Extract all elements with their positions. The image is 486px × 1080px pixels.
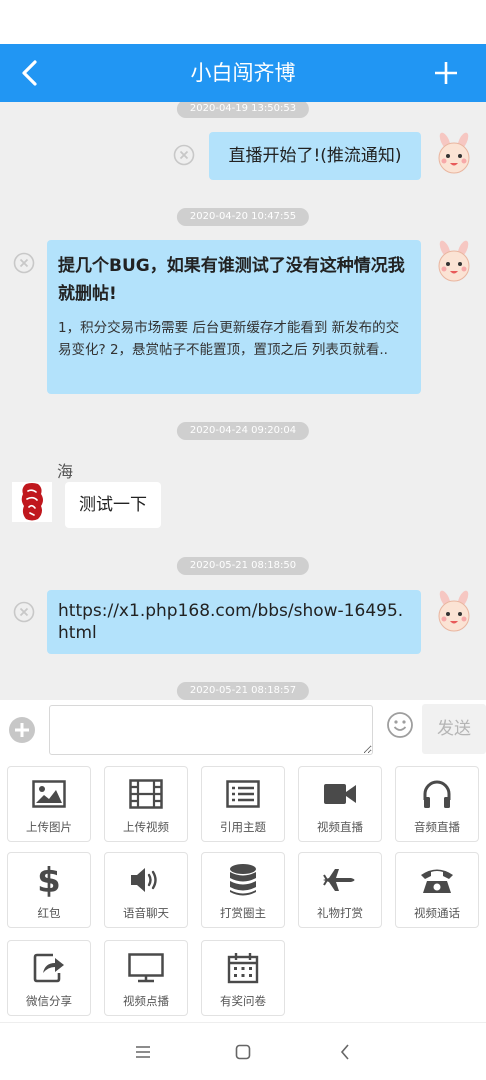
menu-button[interactable] <box>128 1037 158 1067</box>
tool-label: 上传视频 <box>123 820 169 834</box>
tool-label: 打赏圈主 <box>220 906 266 920</box>
image-icon <box>32 780 66 808</box>
sender-name: 海 <box>57 462 74 481</box>
red-packet-button[interactable]: $ 红包 <box>7 852 91 928</box>
rabbit-avatar[interactable] <box>432 590 476 634</box>
quote-topic-button[interactable]: 引用主题 <box>201 766 285 842</box>
wechat-share-button[interactable]: 微信分享 <box>7 940 91 1016</box>
film-icon <box>129 779 163 809</box>
menu-icon <box>136 1046 150 1058</box>
voice-chat-button[interactable]: 语音聊天 <box>104 852 188 928</box>
message-body: 1，积分交易市场需要 后台更新缓存才能看到 新发布的交易变化? 2，悬赏帖子不能… <box>58 320 400 358</box>
tool-label: 视频点播 <box>123 994 169 1008</box>
calendar-icon <box>227 953 259 984</box>
video-live-button[interactable]: 视频直播 <box>298 766 382 842</box>
tool-label: 微信分享 <box>26 994 72 1008</box>
audio-live-button[interactable]: 音频直播 <box>395 766 479 842</box>
input-bar: 发送 <box>0 700 486 758</box>
timestamp: 2020-04-19 13:50:53 <box>176 102 310 118</box>
upload-image-button[interactable]: 上传图片 <box>7 766 91 842</box>
add-button[interactable] <box>426 53 466 93</box>
app-header: 小白闯齐博 <box>0 44 486 102</box>
rabbit-avatar[interactable] <box>432 240 476 284</box>
headphones-icon <box>423 780 451 808</box>
phone-icon <box>421 869 453 893</box>
send-button[interactable]: 发送 <box>422 704 486 754</box>
plus-icon <box>435 62 457 84</box>
database-icon <box>230 864 256 896</box>
video-camera-icon <box>324 784 356 804</box>
chevron-left-icon <box>340 1044 349 1060</box>
dollar-icon: $ <box>37 862 61 898</box>
svg-text:$: $ <box>37 862 61 898</box>
tool-label: 视频通话 <box>414 906 460 920</box>
tool-label: 红包 <box>37 906 61 920</box>
timestamp: 2020-05-21 08:18:57 <box>176 682 310 700</box>
close-circle-icon[interactable] <box>173 144 195 166</box>
video-call-button[interactable]: 视频通话 <box>395 852 479 928</box>
tool-label: 有奖问卷 <box>220 994 266 1008</box>
gift-tip-button[interactable]: 礼物打赏 <box>298 852 382 928</box>
video-on-demand-button[interactable]: 视频点播 <box>104 940 188 1016</box>
timestamp: 2020-04-20 10:47:55 <box>176 208 310 226</box>
page-title: 小白闯齐博 <box>190 61 296 85</box>
message-bubble[interactable]: 直播开始了!(推流通知) <box>209 132 421 180</box>
rabbit-avatar[interactable] <box>432 132 476 176</box>
seal-logo-icon <box>21 483 43 521</box>
timestamp: 2020-04-24 09:20:04 <box>176 422 310 440</box>
message-title: 提几个BUG，如果有谁测试了没有这种情况我就删帖! <box>58 256 405 304</box>
message-bubble[interactable]: 测试一下 <box>65 482 161 528</box>
plus-circle-icon[interactable] <box>7 715 37 745</box>
tool-label: 语音聊天 <box>123 906 169 920</box>
tool-label: 上传图片 <box>26 820 72 834</box>
tool-label: 礼物打赏 <box>317 906 363 920</box>
list-icon <box>226 780 260 808</box>
plane-icon <box>323 869 355 891</box>
close-circle-icon[interactable] <box>13 252 35 274</box>
system-back-button[interactable] <box>330 1037 360 1067</box>
home-button[interactable] <box>228 1037 258 1067</box>
chat-area[interactable]: 2020-04-19 13:50:53 直播开始了!(推流通知) 2020-04… <box>0 102 486 700</box>
seal-avatar[interactable] <box>12 482 52 522</box>
system-nav-bar <box>0 1022 486 1080</box>
monitor-icon <box>128 953 164 983</box>
tools-panel: 上传图片 上传视频 引用主题 视频直播 音频直播 $ 红包 语音聊天 打赏圈主 … <box>0 758 486 1022</box>
upload-video-button[interactable]: 上传视频 <box>104 766 188 842</box>
emoji-icon[interactable] <box>386 711 414 739</box>
square-icon <box>235 1044 251 1060</box>
survey-button[interactable]: 有奖问卷 <box>201 940 285 1016</box>
share-icon <box>33 953 64 983</box>
tool-label: 视频直播 <box>317 820 363 834</box>
status-bar <box>0 0 486 44</box>
close-circle-icon[interactable] <box>13 601 35 623</box>
tool-label: 音频直播 <box>414 820 460 834</box>
tip-owner-button[interactable]: 打赏圈主 <box>201 852 285 928</box>
speaker-icon <box>131 868 157 892</box>
message-bubble[interactable]: 提几个BUG，如果有谁测试了没有这种情况我就删帖! 1，积分交易市场需要 后台更… <box>47 240 421 394</box>
tool-label: 引用主题 <box>220 820 266 834</box>
timestamp: 2020-05-21 08:18:50 <box>176 557 310 575</box>
message-link[interactable]: https://x1.php168.com/bbs/show-16495.htm… <box>47 590 421 654</box>
message-input[interactable] <box>49 705 373 755</box>
